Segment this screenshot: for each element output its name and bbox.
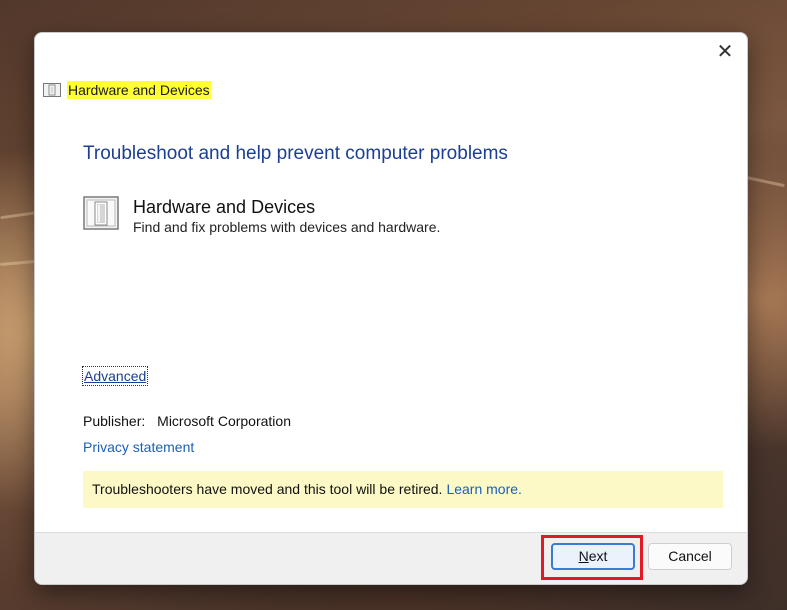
troubleshooter-item-text: Hardware and Devices Find and fix proble…: [133, 196, 440, 236]
close-icon[interactable]: ✕: [711, 39, 739, 63]
hardware-devices-icon: [83, 196, 119, 230]
learn-more-link[interactable]: Learn more.: [446, 481, 521, 497]
advanced-link[interactable]: Advanced: [82, 366, 149, 386]
privacy-statement-link[interactable]: Privacy statement: [83, 439, 194, 455]
window-titlebar: Hardware and Devices: [43, 81, 211, 99]
item-title: Hardware and Devices: [133, 197, 316, 217]
cancel-button[interactable]: Cancel: [648, 543, 732, 570]
page-heading: Troubleshoot and help prevent computer p…: [83, 143, 508, 164]
troubleshooter-item[interactable]: Hardware and Devices Find and fix proble…: [83, 196, 440, 236]
publisher-label: Publisher:: [83, 413, 146, 429]
retirement-banner: Troubleshooters have moved and this tool…: [83, 471, 723, 508]
banner-text: Troubleshooters have moved and this tool…: [92, 481, 443, 497]
troubleshooter-dialog: ✕ Hardware and Devices Troubleshoot and …: [34, 32, 748, 585]
annotation-highlight-box: [541, 535, 643, 580]
publisher-value: Microsoft Corporation: [157, 413, 291, 429]
background-streak: [745, 175, 785, 188]
item-description: Find and fix problems with devices and h…: [133, 219, 441, 235]
hardware-devices-icon: [43, 83, 61, 97]
publisher-row: Publisher: Microsoft Corporation: [83, 413, 291, 429]
window-title: Hardware and Devices: [67, 81, 211, 99]
